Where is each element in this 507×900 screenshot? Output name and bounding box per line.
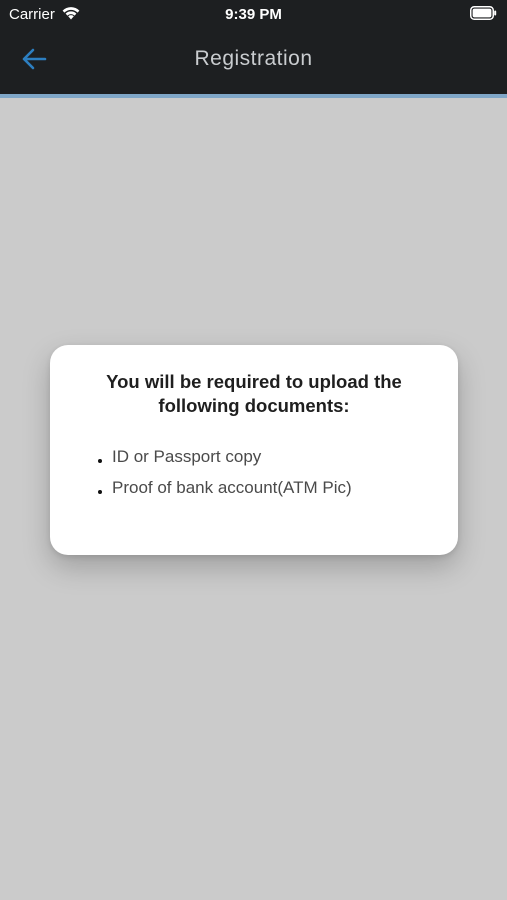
status-time: 9:39 PM: [225, 6, 282, 23]
status-bar: Carrier 9:39 PM: [0, 0, 507, 28]
list-item: Proof of bank account(ATM Pic): [98, 476, 352, 507]
bullet-icon: [98, 459, 102, 463]
page-title: Registration: [194, 47, 313, 70]
documents-dialog: You will be required to upload the follo…: [50, 345, 458, 555]
dialog-title: You will be required to upload the follo…: [106, 371, 402, 416]
list-item: ID or Passport copy: [98, 445, 352, 476]
documents-list: ID or Passport copy Proof of bank accoun…: [98, 445, 352, 507]
document-label: ID or Passport copy: [112, 447, 262, 466]
navigation-bar: Registration: [0, 28, 507, 94]
bullet-icon: [98, 490, 102, 494]
battery-icon: [470, 6, 497, 20]
document-label: Proof of bank account(ATM Pic): [112, 478, 352, 497]
